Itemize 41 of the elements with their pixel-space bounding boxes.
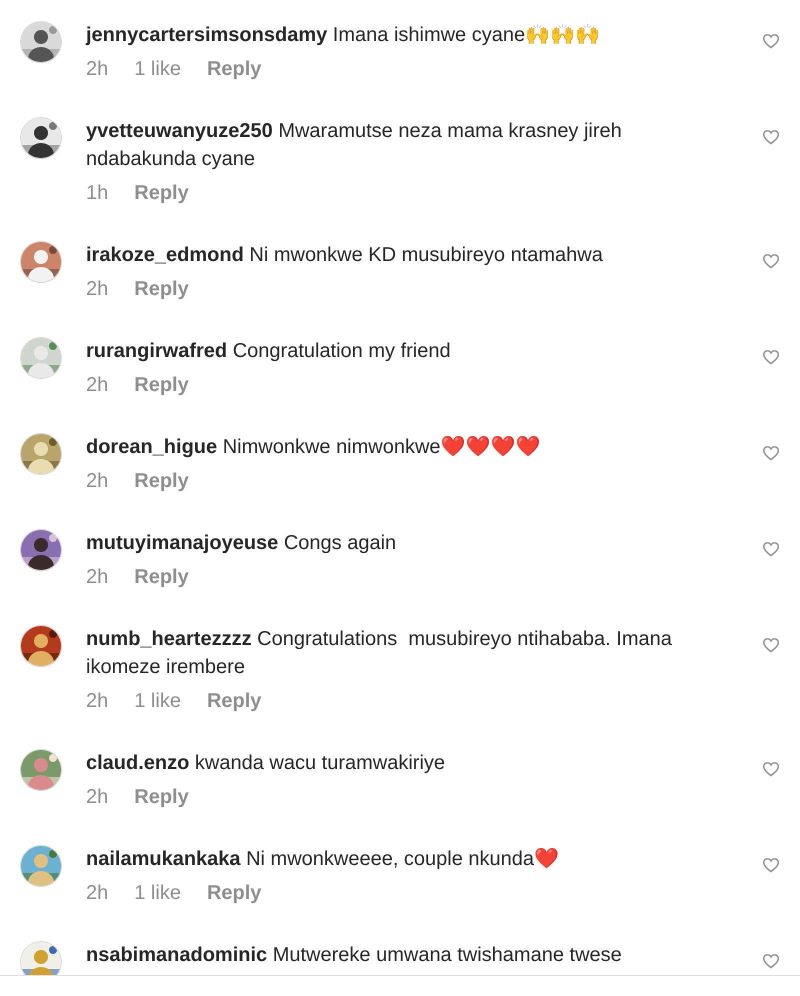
reply-link[interactable]: Reply — [206, 687, 262, 715]
comment-time: 2h — [86, 785, 108, 810]
comment-time: 2h — [86, 373, 108, 398]
comment-time: 2h — [86, 565, 108, 590]
reply-link[interactable]: Reply — [134, 179, 189, 207]
like-heart-icon[interactable] — [762, 857, 780, 873]
reply-link[interactable]: Reply — [134, 275, 189, 303]
comment-text: numb_heartezzzz Congratulations musubireyo ntihababa. Imana ikomeze irembere — [86, 627, 673, 680]
comment-text: dorean_higue Nimwonkwe nimwonkwe❤❤❤❤ — [86, 435, 542, 460]
comment-time: 2h — [86, 881, 108, 906]
comment-text: yvetteuwanyuze250 Mwaramutse neza mama krasney jireh ndabakunda cyane — [86, 119, 623, 172]
comment-time: 2h — [86, 277, 108, 302]
comment-text: irakoze_edmond Ni mwonkwe KD musubireyo ntamahwa — [86, 243, 604, 268]
reply-link[interactable]: Reply — [206, 879, 262, 907]
likes-count-link[interactable]: 1 like — [134, 879, 181, 907]
like-heart-icon[interactable] — [762, 761, 780, 777]
likes-count-link[interactable]: 1 like — [134, 55, 181, 83]
reply-link[interactable]: Reply — [134, 783, 189, 811]
like-heart-icon[interactable] — [762, 349, 780, 365]
reply-link[interactable]: Reply — [134, 563, 189, 591]
comment-text: claud.enzo kwanda wacu turamwakiriye — [86, 751, 446, 776]
like-heart-icon[interactable] — [762, 953, 780, 969]
like-heart-icon[interactable] — [762, 637, 780, 653]
like-heart-icon[interactable] — [762, 253, 780, 269]
reply-link[interactable]: Reply — [134, 467, 189, 495]
like-heart-icon[interactable] — [762, 541, 780, 557]
comment-text: nsabimanadominic Mutwereke umwana twishamane twese — [86, 943, 623, 968]
comment-time: 2h — [86, 57, 108, 82]
comment-text: mutuyimanajoyeuse Congs again — [86, 531, 398, 556]
like-heart-icon[interactable] — [762, 445, 780, 461]
reply-link[interactable]: Reply — [134, 371, 189, 399]
comment-time: 1h — [86, 181, 108, 206]
like-heart-icon[interactable] — [762, 33, 780, 49]
comment-time: 2h — [86, 469, 108, 494]
reply-link[interactable]: Reply — [206, 55, 262, 83]
likes-count-link[interactable]: 1 like — [134, 687, 181, 715]
like-heart-icon[interactable] — [762, 129, 780, 145]
comment-time: 2h — [86, 689, 108, 714]
comment-text: jennycartersimsonsdamy Imana ishimwe cyane🙌🙌🙌 — [86, 22, 602, 48]
comment-text: nailamukankaka Ni mwonkweeee, couple nkunda❤ — [86, 847, 560, 872]
comment-text: rurangirwafred Congratulation my friend — [86, 339, 452, 364]
